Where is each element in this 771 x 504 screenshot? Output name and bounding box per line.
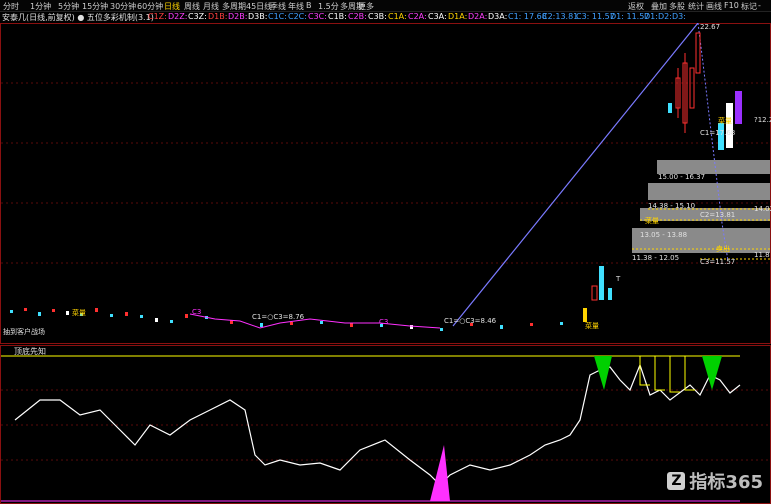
- left-note: 抽到客户战场: [3, 327, 45, 336]
- right-label-2: 14.02: [754, 205, 771, 213]
- legend-item-2: C3Z:: [188, 12, 207, 21]
- label-c3: C3=11.57: [700, 258, 735, 266]
- signal-buy-left: 菜量: [72, 308, 86, 317]
- period-tab-0[interactable]: 分时: [3, 1, 19, 12]
- legend-item-12: C1A:: [388, 12, 407, 21]
- watermark-text: 指标365: [689, 472, 763, 493]
- peak-label: 22.67: [700, 23, 720, 31]
- range-label-3: 13.05 - 13.88: [640, 231, 687, 239]
- toolbar-right-5[interactable]: F10: [724, 1, 739, 10]
- legend-item-10: C2B:: [348, 12, 367, 21]
- yellow-zone: [639, 356, 695, 393]
- period-tab-9[interactable]: 多周期: [222, 1, 246, 12]
- period-tab-6[interactable]: 日线: [164, 1, 180, 12]
- cross-label: C3: [379, 318, 388, 326]
- period-tab-4[interactable]: 30分钟: [110, 1, 136, 12]
- legend-item-1: D2Z:: [168, 12, 188, 21]
- legend-item-19: C2:13.81: [542, 12, 579, 21]
- toolbar-right-4[interactable]: 画线: [706, 1, 722, 12]
- sub-title: 顶底先知: [14, 346, 46, 356]
- period-tab-10[interactable]: 45日线: [246, 1, 272, 12]
- period-toolbar: 分时 1分钟 5分钟 15分钟 30分钟 60分钟 日线 周线 月线 多周期 45日线 季线 年线 B 1.…: [0, 0, 771, 12]
- period-tab-3[interactable]: 15分钟: [82, 1, 108, 12]
- legend-item-20: C3: 11.57: [576, 12, 615, 21]
- legend-title: 安泰几(日线,前复权) ● 五位多彩机制(3.1): [2, 13, 154, 22]
- label-c1: C1=17.68: [700, 129, 735, 137]
- legend-item-22: D1:: [644, 12, 658, 21]
- left-mark: C3: [192, 308, 201, 316]
- period-tab-13[interactable]: B: [306, 1, 312, 10]
- period-tab-7[interactable]: 周线: [184, 1, 200, 12]
- sub-grid: [1, 389, 770, 461]
- watermark-logo-icon: Z: [667, 472, 686, 490]
- legend-item-8: C3C:: [308, 12, 327, 21]
- watermark: Z 指标365: [667, 468, 763, 494]
- signal-buy-bottom: 菜量: [585, 321, 599, 330]
- legend-item-9: C1B:: [328, 12, 347, 21]
- label-mid-left: C1=○C3=8.76: [252, 313, 305, 321]
- legend-item-3: D1B:: [208, 12, 228, 21]
- toolbar-right-3[interactable]: 统计: [688, 1, 704, 12]
- period-tab-11[interactable]: 季线: [270, 1, 286, 12]
- toolbar-right-1[interactable]: 叠加: [651, 1, 667, 12]
- legend-item-17: D3A:: [488, 12, 508, 21]
- period-tab-2[interactable]: 5分钟: [58, 1, 79, 12]
- period-tab-5[interactable]: 60分钟: [137, 1, 163, 12]
- legend-item-14: C3A:: [428, 12, 447, 21]
- range-block-2: [648, 183, 770, 200]
- signal-sell-mid: 卖出: [716, 244, 730, 253]
- label-mid-right: C1=○C3=8.46: [444, 317, 497, 325]
- label-c2: C2=13.81: [700, 211, 735, 219]
- legend-item-4: D2B:: [228, 12, 248, 21]
- period-tab-8[interactable]: 月线: [203, 1, 219, 12]
- legend-item-23: D2:: [658, 12, 672, 21]
- range-label-4: 11.38 - 12.05: [632, 254, 679, 262]
- green-top-marker-1: [594, 356, 612, 390]
- legend-item-6: C1C:: [268, 12, 287, 21]
- signal-buy-top: 菜量: [718, 116, 732, 125]
- period-tab-16[interactable]: 更多: [358, 1, 374, 12]
- toolbar-right-7[interactable]: -: [758, 1, 761, 10]
- right-label-1: ?12.2: [754, 116, 771, 124]
- magenta-trend: [189, 313, 441, 329]
- toolbar-right-0[interactable]: 返权: [628, 1, 644, 12]
- sub-chart[interactable]: 顶底先知 顶: [0, 345, 771, 504]
- legend-item-11: C3B:: [368, 12, 387, 21]
- toolbar-right-6[interactable]: 标记: [741, 1, 757, 12]
- legend-item-5: D3B:: [248, 12, 268, 21]
- range-label-1: 15.00 - 16.37: [658, 173, 705, 181]
- legend-item-24: D3:: [672, 12, 686, 21]
- period-tab-14[interactable]: 1.5分: [318, 1, 339, 12]
- indicator-legend: 安泰几(日线,前复权) ● 五位多彩机制(3.1) C1Z: D2Z: C3Z: D1…: [0, 12, 771, 23]
- period-tab-12[interactable]: 年线: [288, 1, 304, 12]
- legend-item-7: C2C:: [288, 12, 307, 21]
- legend-item-13: C2A:: [408, 12, 427, 21]
- legend-item-16: D2A:: [468, 12, 488, 21]
- period-tab-1[interactable]: 1分钟: [30, 1, 51, 12]
- right-label-3: 11.8: [754, 251, 770, 259]
- range-block-1: [657, 160, 770, 174]
- legend-item-0: C1Z:: [148, 12, 167, 21]
- t-mark: T: [615, 275, 621, 283]
- toolbar-right-2[interactable]: 多股: [669, 1, 685, 12]
- main-chart[interactable]: 15.00 - 16.37 14.38 - 15.10 13.05 - 13.8…: [0, 23, 771, 344]
- legend-item-15: D1A:: [448, 12, 468, 21]
- signal-buy-mid: 菜量: [645, 216, 659, 225]
- legend-item-18: C1: 17.68: [508, 12, 547, 21]
- magenta-bottom-marker: [430, 445, 450, 501]
